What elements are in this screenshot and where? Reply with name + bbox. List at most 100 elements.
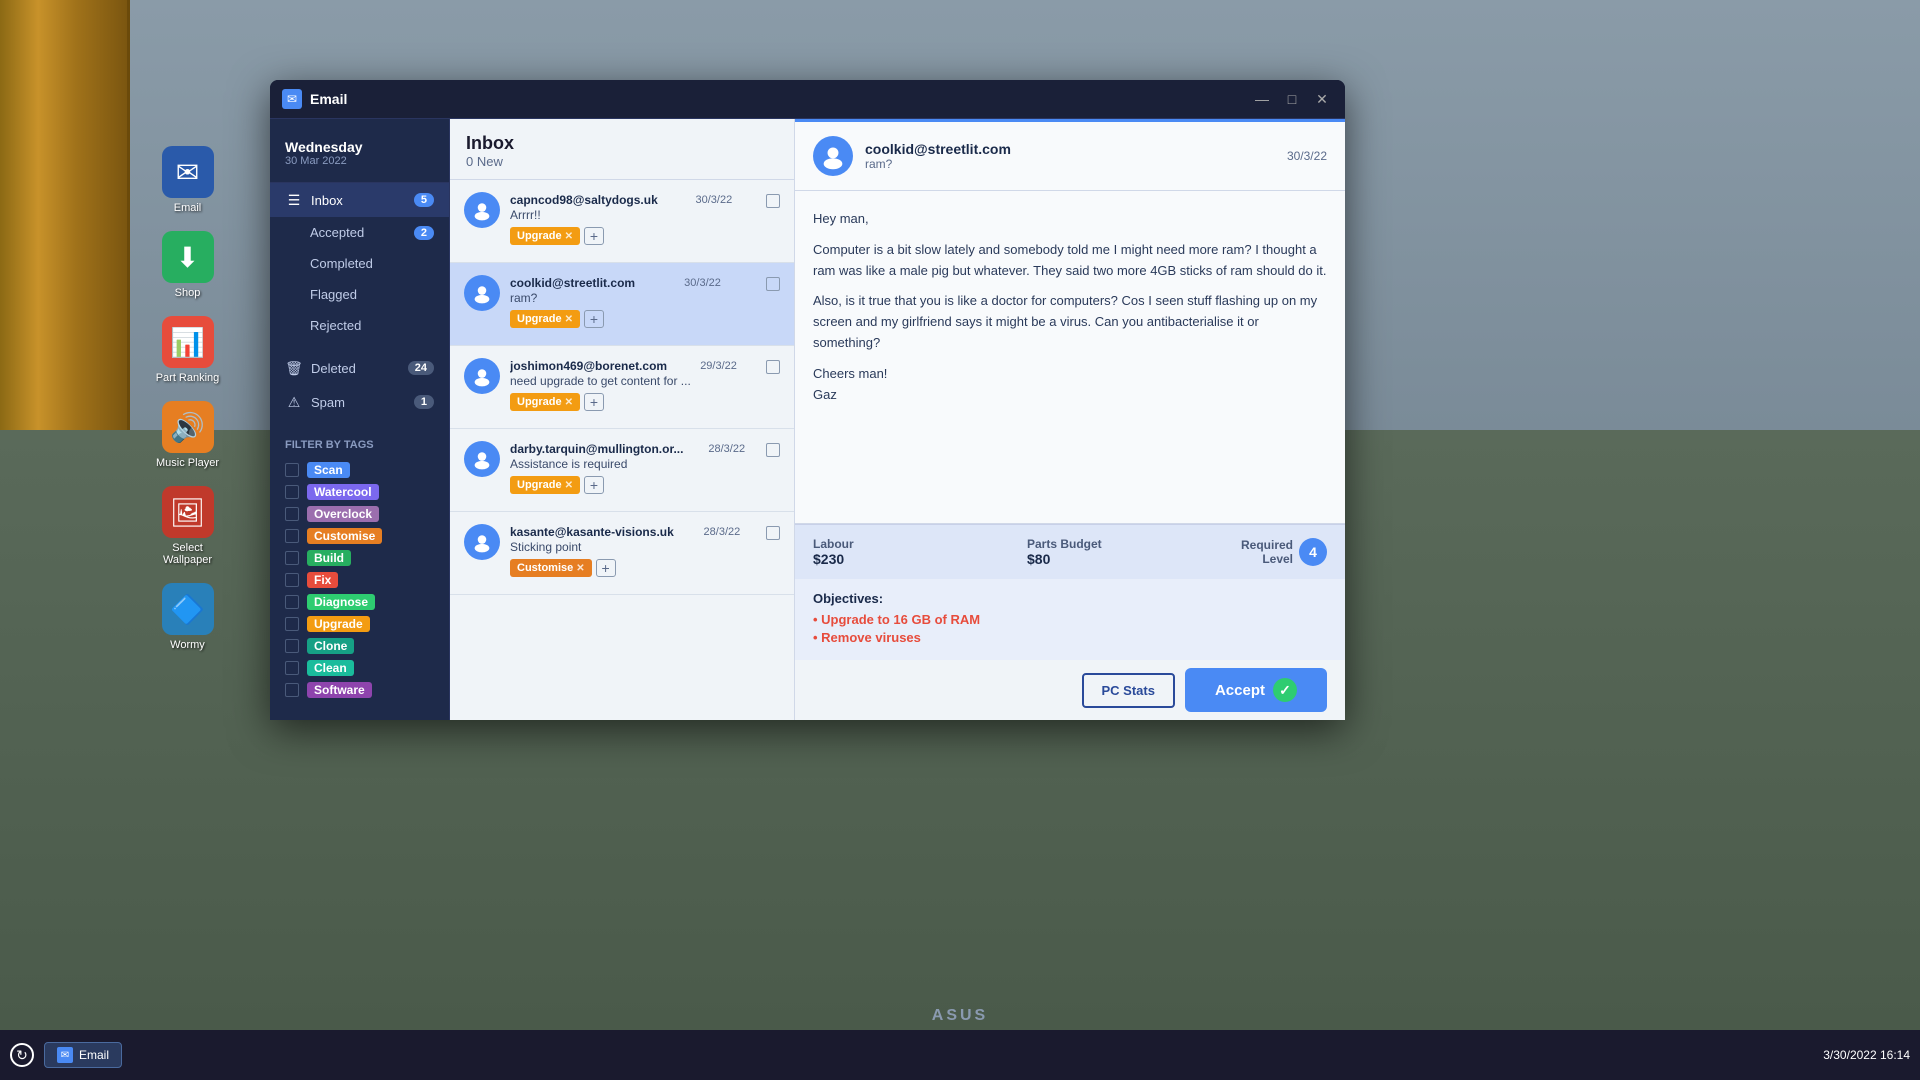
email-checkbox-5[interactable] xyxy=(766,526,780,540)
taskbar-refresh-button[interactable]: ↻ xyxy=(10,1043,34,1067)
email-sender-3: joshimon469@borenet.com xyxy=(510,359,667,373)
tag-scan-checkbox[interactable] xyxy=(285,463,299,477)
sidebar-app-music-player[interactable]: 🔊 Music Player xyxy=(145,395,230,475)
tag-fix-checkbox[interactable] xyxy=(285,573,299,587)
email-item-3-header: joshimon469@borenet.com 29/3/22 need upg… xyxy=(464,358,780,411)
email-sender-row-3: joshimon469@borenet.com 29/3/22 xyxy=(510,358,780,374)
email-checkbox-4[interactable] xyxy=(766,443,780,457)
sidebar-app-wormy[interactable]: 🔷 Wormy xyxy=(145,577,230,657)
tag-clone-checkbox[interactable] xyxy=(285,639,299,653)
email-sender-4: darby.tarquin@mullington.or... xyxy=(510,442,683,456)
email-tag-upgrade-1-remove[interactable]: ✕ xyxy=(565,231,573,242)
email-subject-4: Assistance is required xyxy=(510,457,780,471)
tag-diagnose-checkbox[interactable] xyxy=(285,595,299,609)
email-tags-3: Upgrade ✕ + xyxy=(510,393,780,411)
window-body: Wednesday 30 Mar 2022 ☰ Inbox 5 Accepted… xyxy=(270,119,1345,720)
tag-software-checkbox[interactable] xyxy=(285,683,299,697)
email-window: ✉ Email — □ ✕ Wednesday 30 Mar 2022 ☰ In… xyxy=(270,80,1345,720)
email-item-1[interactable]: capncod98@saltydogs.uk 30/3/22 Arrrr!! U… xyxy=(450,180,794,263)
email-sender-1: capncod98@saltydogs.uk xyxy=(510,193,658,207)
nav-flagged[interactable]: Flagged xyxy=(270,279,449,310)
email-item-5[interactable]: kasante@kasante-visions.uk 28/3/22 Stick… xyxy=(450,512,794,595)
tag-watercool[interactable]: Watercool xyxy=(285,481,434,503)
email-tag-customise-5-remove[interactable]: ✕ xyxy=(576,563,584,574)
nav-accepted[interactable]: Accepted 2 xyxy=(270,217,449,248)
nav-inbox[interactable]: ☰ Inbox 5 xyxy=(270,183,449,217)
email-checkbox-3[interactable] xyxy=(766,360,780,374)
sidebar-app-part-ranking[interactable]: 📊 Part Ranking xyxy=(145,310,230,390)
tag-upgrade-checkbox[interactable] xyxy=(285,617,299,631)
tag-fix[interactable]: Fix xyxy=(285,569,434,591)
email-list-header: Inbox 0 New xyxy=(450,119,794,180)
wood-pillar xyxy=(0,0,130,430)
sidebar-app-music-player-label: Music Player xyxy=(156,457,219,469)
email-sender-row-1: capncod98@saltydogs.uk 30/3/22 xyxy=(510,192,780,208)
tag-build[interactable]: Build xyxy=(285,547,434,569)
maximize-button[interactable]: □ xyxy=(1281,88,1303,110)
detail-sender: coolkid@streetlit.com xyxy=(865,141,1275,157)
minimize-button[interactable]: — xyxy=(1251,88,1273,110)
email-tag-add-3[interactable]: + xyxy=(584,393,604,411)
email-item-4[interactable]: darby.tarquin@mullington.or... 28/3/22 A… xyxy=(450,429,794,512)
email-subject-3: need upgrade to get content for ... xyxy=(510,374,780,388)
tag-upgrade[interactable]: Upgrade xyxy=(285,613,434,635)
tag-customise-checkbox[interactable] xyxy=(285,529,299,543)
tag-build-checkbox[interactable] xyxy=(285,551,299,565)
tag-clone[interactable]: Clone xyxy=(285,635,434,657)
taskbar-email-app[interactable]: ✉ Email xyxy=(44,1042,122,1068)
nav-date-day: Wednesday xyxy=(285,139,434,155)
email-tag-add-2[interactable]: + xyxy=(584,310,604,328)
detail-sender-info: coolkid@streetlit.com ram? xyxy=(865,141,1275,171)
job-parts: Parts Budget $80 xyxy=(1027,537,1221,567)
nav-completed[interactable]: Completed xyxy=(270,248,449,279)
tag-overclock[interactable]: Overclock xyxy=(285,503,434,525)
email-tag-add-4[interactable]: + xyxy=(584,476,604,494)
tag-clean-checkbox[interactable] xyxy=(285,661,299,675)
email-items-list: capncod98@saltydogs.uk 30/3/22 Arrrr!! U… xyxy=(450,180,794,720)
sidebar-app-email[interactable]: ✉ Email xyxy=(145,140,230,220)
nav-inbox-label: Inbox xyxy=(311,193,343,208)
pc-stats-button[interactable]: PC Stats xyxy=(1082,673,1175,708)
nav-rejected[interactable]: Rejected xyxy=(270,310,449,341)
tag-clean-label: Clean xyxy=(307,660,354,676)
tag-diagnose[interactable]: Diagnose xyxy=(285,591,434,613)
nav-deleted[interactable]: 🗑 Deleted 24 xyxy=(270,351,449,385)
sidebar-app-shop[interactable]: ⬇ Shop xyxy=(145,225,230,305)
tag-software[interactable]: Software xyxy=(285,679,434,701)
tag-overclock-checkbox[interactable] xyxy=(285,507,299,521)
detail-avatar xyxy=(813,136,853,176)
email-tag-add-1[interactable]: + xyxy=(584,227,604,245)
sidebar-app-select-wallpaper[interactable]: 🖼 Select Wallpaper xyxy=(145,480,230,572)
email-tags-4: Upgrade ✕ + xyxy=(510,476,780,494)
tag-clean[interactable]: Clean xyxy=(285,657,434,679)
window-app-icon: ✉ xyxy=(282,89,302,109)
email-tags-1: Upgrade ✕ + xyxy=(510,227,780,245)
nav-completed-label: Completed xyxy=(310,256,373,271)
close-button[interactable]: ✕ xyxy=(1311,88,1333,110)
email-date-5: 28/3/22 xyxy=(704,526,741,538)
email-checkbox-2[interactable] xyxy=(766,277,780,291)
tag-fix-label: Fix xyxy=(307,572,338,588)
tag-scan[interactable]: Scan xyxy=(285,459,434,481)
email-avatar-5 xyxy=(464,524,500,560)
tag-watercool-checkbox[interactable] xyxy=(285,485,299,499)
nav-date-full: 30 Mar 2022 xyxy=(285,155,434,167)
email-detail-body: Hey man, Computer is a bit slow lately a… xyxy=(795,191,1345,524)
accept-button[interactable]: Accept ✓ xyxy=(1185,668,1327,712)
email-item-3[interactable]: joshimon469@borenet.com 29/3/22 need upg… xyxy=(450,346,794,429)
email-tag-add-5[interactable]: + xyxy=(596,559,616,577)
accept-label: Accept xyxy=(1215,682,1265,699)
email-subject-1: Arrrr!! xyxy=(510,208,780,222)
email-tag-upgrade-2-remove[interactable]: ✕ xyxy=(565,314,573,325)
job-required-badge: 4 xyxy=(1299,538,1327,566)
email-item-2[interactable]: coolkid@streetlit.com 30/3/22 ram? Upgra… xyxy=(450,263,794,346)
tag-clone-label: Clone xyxy=(307,638,354,654)
email-sender-row-5: kasante@kasante-visions.uk 28/3/22 xyxy=(510,524,780,540)
email-checkbox-1[interactable] xyxy=(766,194,780,208)
tag-customise[interactable]: Customise xyxy=(285,525,434,547)
nav-deleted-label: Deleted xyxy=(311,361,356,376)
email-tag-upgrade-3-remove[interactable]: ✕ xyxy=(565,397,573,408)
email-tag-upgrade-4-remove[interactable]: ✕ xyxy=(565,480,573,491)
nav-spam[interactable]: ⚠ Spam 1 xyxy=(270,385,449,419)
job-required: RequiredLevel 4 xyxy=(1241,537,1327,567)
